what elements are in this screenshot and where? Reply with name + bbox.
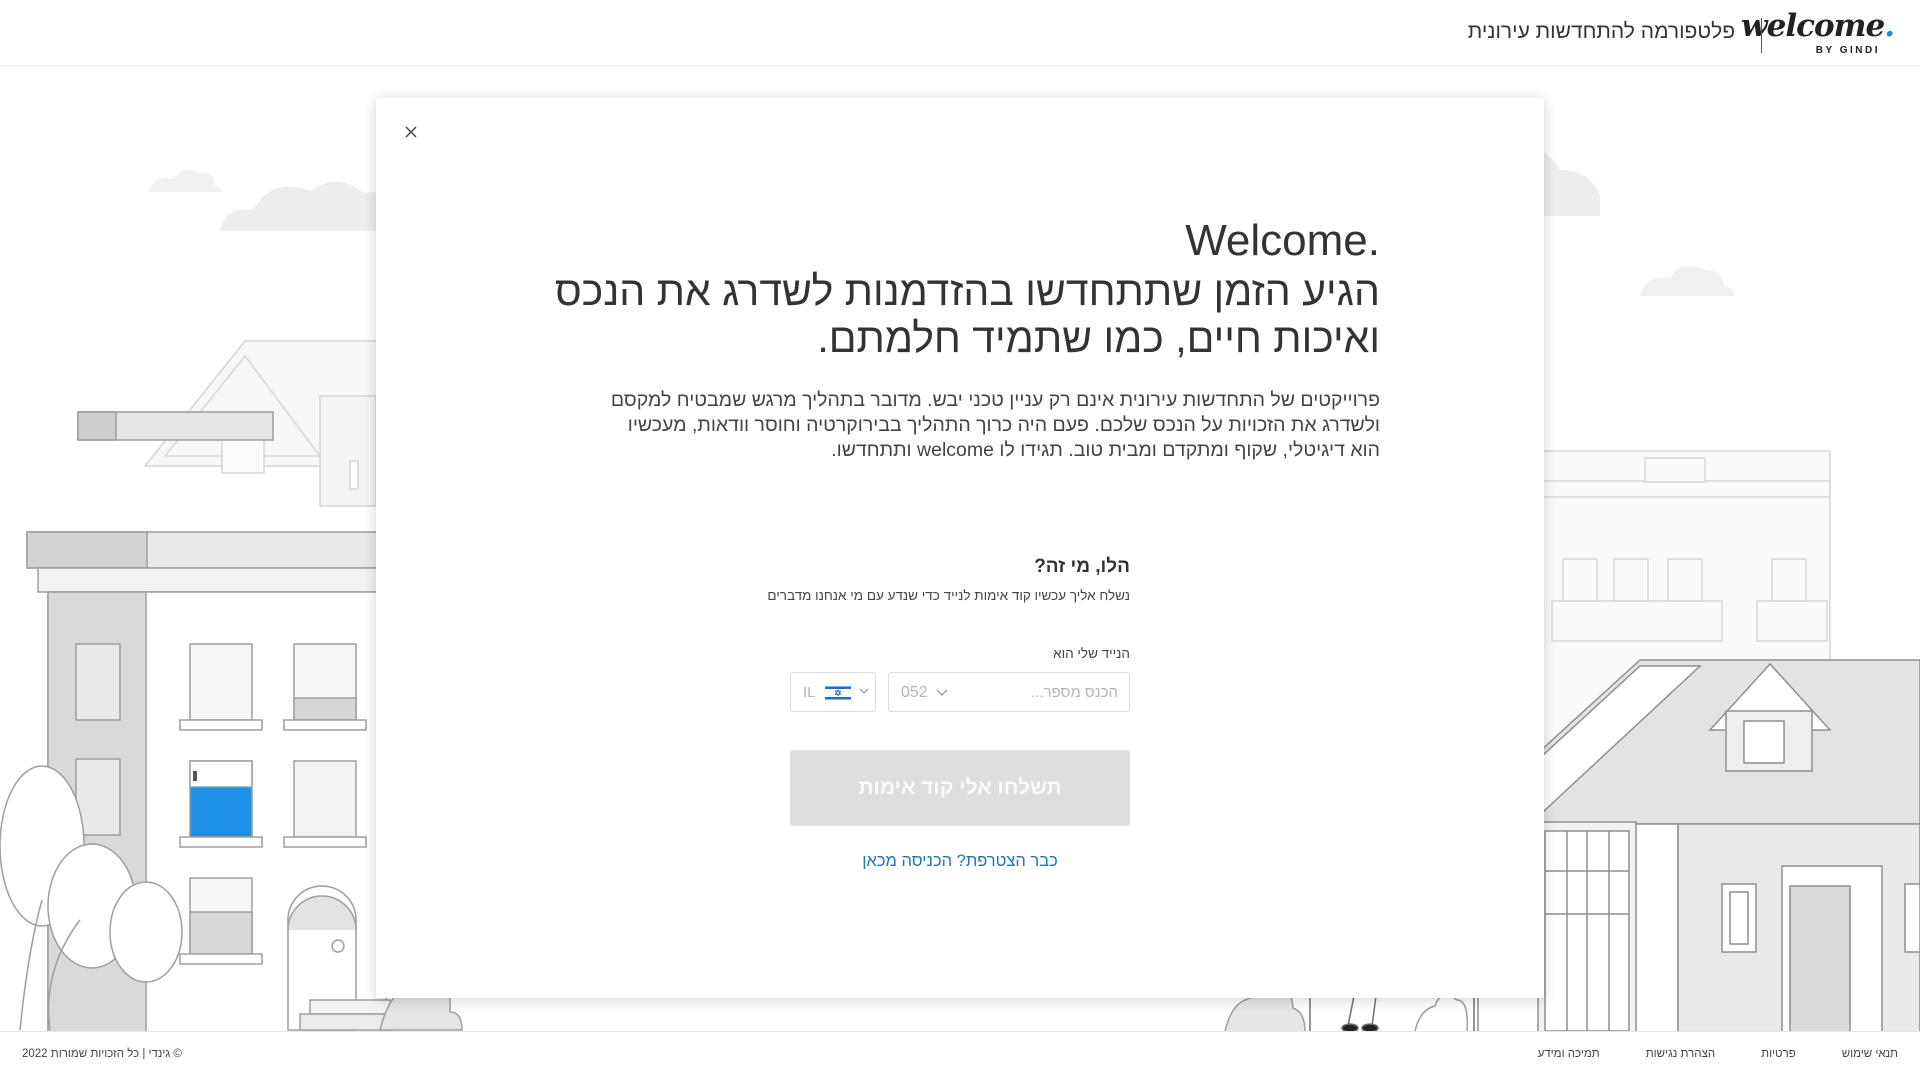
modal-description: פרוייקטים של התחדשות עירונית אינם רק עני… <box>610 389 1380 461</box>
form-subtitle: נשלח אליך עכשיו קוד אימות לנייד כדי שנדע… <box>767 588 1130 603</box>
chevron-down-icon <box>936 689 948 696</box>
phone-number-input[interactable]: הכנס מספר... 052 <box>888 672 1130 712</box>
header-tagline: פלטפורמה להתחדשות עירונית <box>1467 20 1735 43</box>
country-select[interactable]: IL <box>790 672 876 712</box>
logo-subtitle: BY GINDI <box>1815 45 1880 56</box>
headline-line-1: הגיע הזמן שתתחדשו בהזדמנות לשדרג את הנכס <box>554 268 1380 314</box>
prefix-value: 052 <box>901 684 928 701</box>
submit-label: תשלחו אלי קוד אימות <box>858 776 1062 799</box>
israel-flag-icon <box>825 685 851 701</box>
header-divider <box>1761 18 1762 53</box>
copyright-text: © גינדי | כל הזכויות שמורות 2022 <box>22 1048 182 1060</box>
send-verification-code-button[interactable]: תשלחו אלי קוד אימות <box>790 750 1130 826</box>
footer-link-support[interactable]: תמיכה ומידע <box>1538 1048 1600 1060</box>
phone-placeholder: הכנס מספר... <box>1031 684 1118 701</box>
footer-link-accessibility[interactable]: הצהרת נגישות <box>1646 1048 1715 1060</box>
footer-link-terms[interactable]: תנאי שימוש <box>1842 1048 1898 1060</box>
country-code: IL <box>803 684 816 701</box>
close-icon <box>405 126 417 138</box>
prefix-select[interactable]: 052 <box>901 683 948 703</box>
form-title: הלו, מי זה? <box>1034 556 1130 577</box>
welcome-title: Welcome. <box>1185 216 1380 265</box>
close-button[interactable] <box>399 120 423 144</box>
welcome-modal: Welcome. הגיע הזמן שתתחדשו בהזדמנות לשדר… <box>376 98 1544 998</box>
footer-links: תנאי שימוש פרטיות הצהרת נגישות תמיכה ומי… <box>1538 1048 1898 1060</box>
welcome-logo[interactable]: welcome. BY GINDI <box>1741 8 1895 58</box>
chevron-down-icon <box>859 688 869 694</box>
headline-line-2: ואיכות חיים, כמו שתמיד חלמתם. <box>817 315 1380 361</box>
login-link[interactable]: כבר הצטרפת? הכניסה מכאן <box>790 852 1130 871</box>
logo-wordmark: welcome. <box>1740 8 1895 44</box>
phone-label: הנייד שלי הוא <box>1053 646 1130 661</box>
modal-headline: הגיע הזמן שתתחדשו בהזדמנות לשדרג את הנכס… <box>554 268 1380 362</box>
footer-link-privacy[interactable]: פרטיות <box>1761 1048 1796 1060</box>
page-footer: © גינדי | כל הזכויות שמורות 2022 תנאי שי… <box>0 1031 1920 1080</box>
top-header: welcome. BY GINDI פלטפורמה להתחדשות עירו… <box>0 0 1920 66</box>
